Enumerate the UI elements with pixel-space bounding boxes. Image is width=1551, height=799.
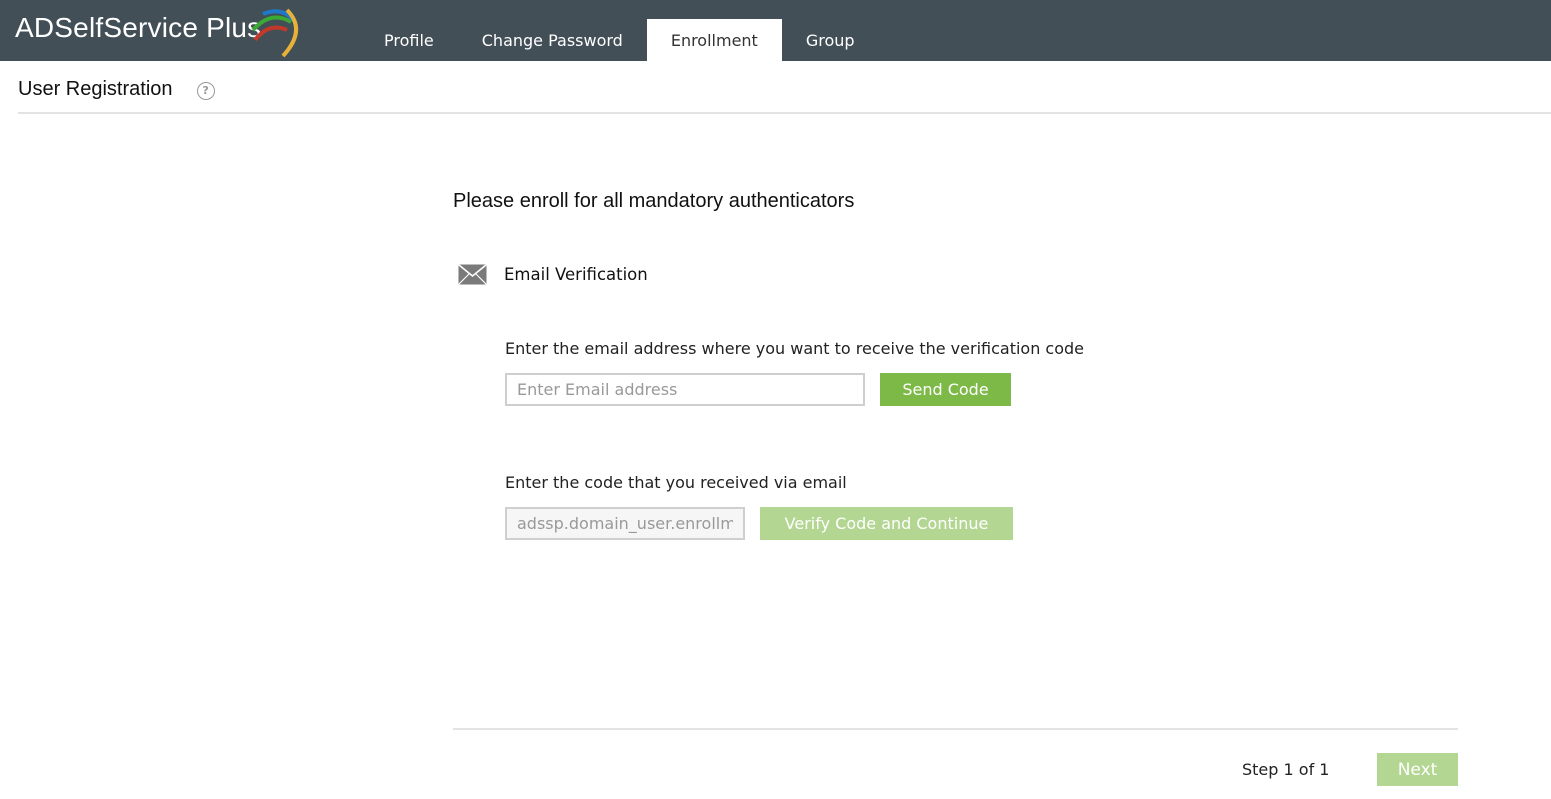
header-divider — [18, 112, 1551, 114]
tab-enrollment[interactable]: Enrollment — [646, 19, 782, 61]
tab-group[interactable]: Group — [782, 19, 879, 61]
envelope-icon — [458, 264, 487, 285]
next-button[interactable]: Next — [1377, 753, 1458, 786]
main-tabs: Profile Change Password Enrollment Group — [360, 19, 879, 61]
verification-code-input[interactable] — [505, 507, 745, 540]
footer-divider — [453, 728, 1458, 730]
tab-change-password[interactable]: Change Password — [458, 19, 647, 61]
app-logo-text: ADSelfService Plus — [15, 12, 262, 43]
email-prompt-label: Enter the email address where you want t… — [505, 339, 1085, 358]
tab-profile[interactable]: Profile — [360, 19, 458, 61]
top-navigation-bar: ADSelfService Plus Profile Change Passwo… — [0, 0, 1551, 61]
email-address-input[interactable] — [505, 373, 865, 406]
help-icon[interactable]: ? — [196, 82, 215, 100]
page-header: User Registration ? — [18, 74, 215, 104]
step-indicator: Step 1 of 1 — [1242, 760, 1330, 779]
logo-arcs-icon — [251, 8, 298, 58]
enrollment-heading: Please enroll for all mandatory authenti… — [453, 190, 855, 212]
authenticator-email-verification: Email Verification — [458, 264, 648, 285]
send-code-button[interactable]: Send Code — [880, 373, 1011, 406]
verify-code-button[interactable]: Verify Code and Continue — [760, 507, 1013, 540]
authenticator-label: Email Verification — [504, 265, 648, 284]
code-prompt-label: Enter the code that you received via ema… — [505, 473, 847, 492]
page-title: User Registration — [18, 77, 173, 100]
